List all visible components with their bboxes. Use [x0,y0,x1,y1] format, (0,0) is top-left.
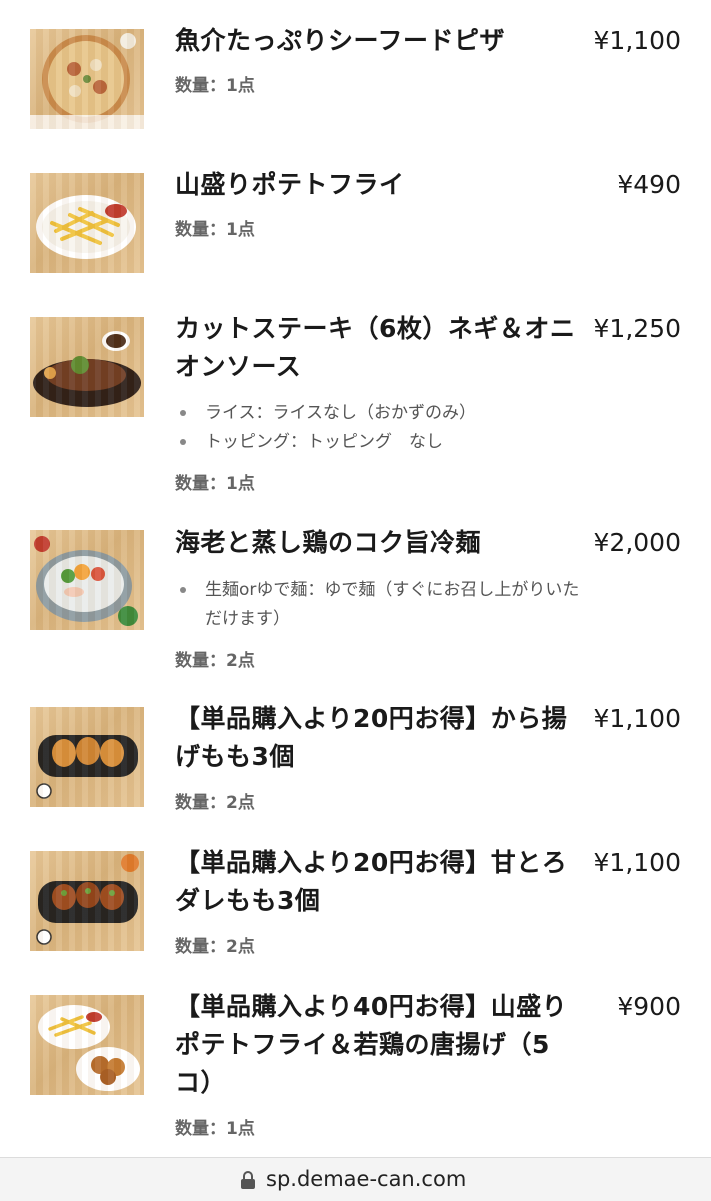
item-quantity: 数量：1点 [175,474,255,494]
item-quantity: 数量：1点 [175,1119,255,1139]
item-quantity: 数量：2点 [175,937,255,957]
item-title: 魚介たっぷりシーフードピザ [175,26,506,55]
item-title: 山盛りポテトフライ [175,170,405,199]
karaage-photo [30,707,144,807]
item-option: ライス：ライスなし（おかずのみ） [175,399,595,428]
item-quantity: 数量：2点 [175,651,255,671]
item-price: ¥2,000 [593,528,681,557]
french-fries-photo [30,173,144,273]
item-price: ¥490 [617,170,681,199]
item-price: ¥900 [617,992,681,1021]
fries-and-karaage-photo [30,995,144,1095]
cold-noodle-photo [30,530,144,630]
url-text[interactable]: sp.demae-can.com [266,1167,466,1191]
item-price: ¥1,100 [593,848,681,877]
item-title: 【単品購入より40円お得】山盛りポテトフライ＆若鶏の唐揚げ（5コ） [175,992,568,1097]
item-price: ¥1,100 [593,26,681,55]
item-quantity: 数量：2点 [175,793,255,813]
item-option: 生麺orゆで麺：ゆで麺（すぐにお召し上がりいただけます） [175,576,595,634]
cut-steak-photo [30,317,144,417]
item-options: ライス：ライスなし（おかずのみ） トッピング：トッピング なし [175,399,595,457]
item-title: 【単品購入より20円お得】甘とろダレもも3個 [175,848,568,915]
browser-url-bar[interactable]: sp.demae-can.com [0,1157,711,1201]
seafood-pizza-photo [30,29,144,129]
item-options: 生麺orゆで麺：ゆで麺（すぐにお召し上がりいただけます） [175,576,595,634]
lock-icon [240,1170,256,1194]
item-quantity: 数量：1点 [175,220,255,240]
item-title: カットステーキ（6枚）ネギ＆オニオンソース [175,314,576,381]
sauce-karaage-photo [30,851,144,951]
item-price: ¥1,100 [593,704,681,733]
item-quantity: 数量：1点 [175,76,255,96]
item-option: トッピング：トッピング なし [175,428,595,457]
item-title: 【単品購入より20円お得】から揚げもも3個 [175,704,568,771]
item-price: ¥1,250 [593,314,681,343]
item-title: 海老と蒸し鶏のコク旨冷麺 [175,528,482,557]
